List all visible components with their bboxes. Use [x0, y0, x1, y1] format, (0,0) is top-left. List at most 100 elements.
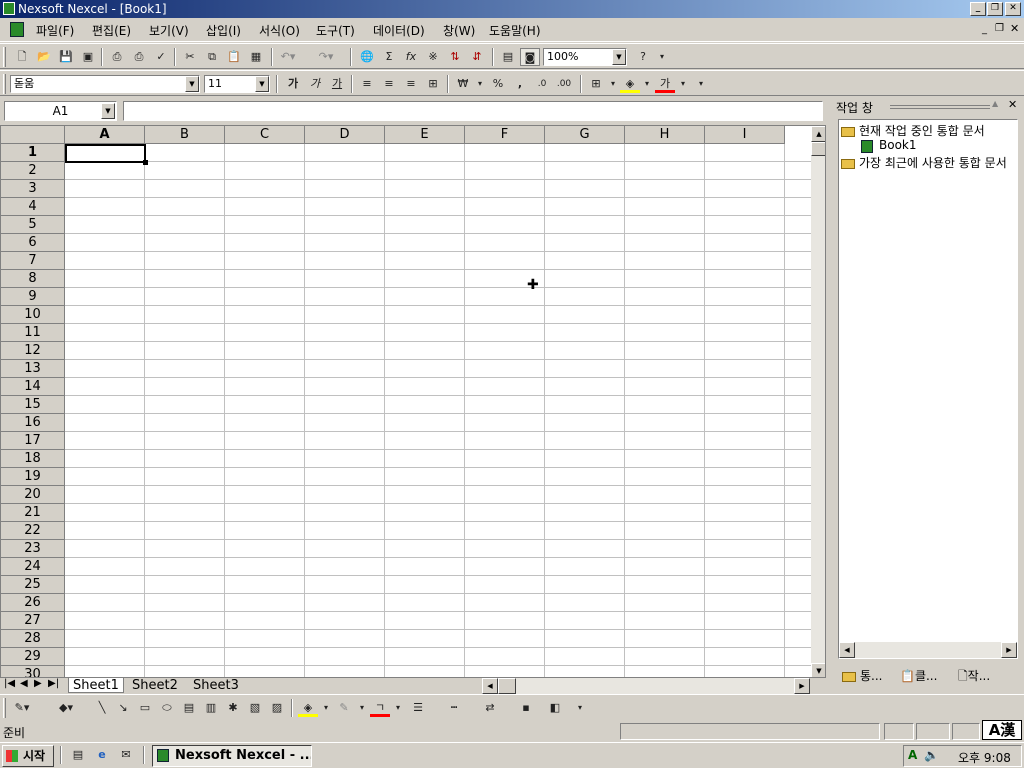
row-header[interactable]: 6	[1, 234, 65, 252]
row-header[interactable]: 30	[1, 666, 65, 677]
chevron-down-icon[interactable]: ▼	[185, 76, 199, 92]
outlook-icon[interactable]: ✉	[116, 746, 136, 764]
sheet-tab-3[interactable]: Sheet3	[189, 678, 243, 693]
clipart-icon[interactable]: ▧	[245, 699, 265, 717]
drawing-toggle-icon[interactable]: ◙	[520, 48, 540, 66]
row-header[interactable]: 25	[1, 576, 65, 594]
last-sheet-button[interactable]: ▶|	[48, 678, 59, 689]
tab-workbooks[interactable]: 통...	[842, 667, 882, 684]
task-pane-hscrollbar[interactable]: ◀ ▶	[839, 642, 1017, 658]
currency-dropdown-icon[interactable]: ▾	[470, 75, 490, 93]
column-header[interactable]: B	[145, 126, 225, 144]
shadow-icon[interactable]: ▪	[516, 699, 536, 717]
doc-close-button[interactable]: ✕	[1010, 22, 1019, 35]
italic-button[interactable]: 가	[305, 75, 325, 93]
menu-edit[interactable]: 편집(E)	[92, 22, 131, 39]
print-preview-icon[interactable]: ⎙	[129, 48, 149, 66]
cut-icon[interactable]: ✂	[180, 48, 200, 66]
recent-workbooks-header[interactable]: 가장 최근에 사용한 통합 문서	[841, 154, 1007, 171]
row-header[interactable]: 26	[1, 594, 65, 612]
fill-dropdown-icon[interactable]: ▾	[316, 699, 336, 717]
fill-color-icon[interactable]: ◈	[298, 699, 318, 717]
row-header[interactable]: 21	[1, 504, 65, 522]
tab-clipboard[interactable]: 📋클...	[900, 667, 937, 684]
new-icon[interactable]: 🗋	[12, 48, 32, 66]
task-pane-close-button[interactable]: ✕	[1008, 98, 1017, 111]
fill-color-dropdown-icon[interactable]: ▾	[637, 75, 657, 93]
diagram-icon[interactable]: ✱	[223, 699, 243, 717]
scroll-left-button[interactable]: ◀	[839, 642, 855, 658]
volume-icon[interactable]: 🔈	[924, 748, 939, 762]
column-header[interactable]: G	[545, 126, 625, 144]
menu-data[interactable]: 데이터(D)	[373, 22, 425, 39]
row-header[interactable]: 11	[1, 324, 65, 342]
current-workbooks-header[interactable]: 현재 작업 중인 통합 문서	[841, 122, 985, 139]
zoom-select[interactable]: 100% ▼	[543, 48, 627, 66]
prev-sheet-button[interactable]: ◀	[20, 678, 28, 689]
sheet-tab-2[interactable]: Sheet2	[128, 678, 182, 693]
decrease-decimal-icon[interactable]: .00	[554, 75, 574, 93]
font-size-select[interactable]: 11 ▼	[204, 75, 270, 93]
active-cell[interactable]	[65, 144, 146, 163]
hyperlink-icon[interactable]: 🌐	[357, 48, 377, 66]
taskbar-app-button[interactable]: Nexsoft Nexcel - ...	[152, 745, 312, 767]
row-header[interactable]: 2	[1, 162, 65, 180]
column-header[interactable]: C	[225, 126, 305, 144]
open-icon[interactable]: 📂	[34, 48, 54, 66]
row-header[interactable]: 10	[1, 306, 65, 324]
menu-view[interactable]: 보기(V)	[149, 22, 189, 39]
sheet-tab-1[interactable]: Sheet1	[68, 678, 124, 693]
toolbar-grip[interactable]	[3, 74, 6, 94]
clock[interactable]: 오후 9:08	[958, 749, 1011, 766]
menu-insert[interactable]: 삽입(I)	[206, 22, 241, 39]
font-color-dropdown-icon[interactable]: ▾	[673, 75, 693, 93]
line-color-dropdown-icon[interactable]: ▾	[352, 699, 372, 717]
font-color-icon[interactable]: ㄱ	[370, 699, 390, 717]
first-sheet-button[interactable]: |◀	[4, 678, 15, 689]
special-icon[interactable]: ※	[423, 48, 443, 66]
row-header[interactable]: 12	[1, 342, 65, 360]
bold-button[interactable]: 가	[283, 75, 303, 93]
hscroll-thumb[interactable]	[498, 678, 516, 694]
textbox-icon[interactable]: ▤	[179, 699, 199, 717]
row-header[interactable]: 20	[1, 486, 65, 504]
line-icon[interactable]: ╲	[92, 699, 112, 717]
menu-file[interactable]: 파일(F)	[36, 22, 74, 39]
menu-window[interactable]: 창(W)	[443, 22, 475, 39]
chevron-down-icon[interactable]: ▼	[255, 76, 269, 92]
column-header[interactable]: E	[385, 126, 465, 144]
collapse-icon[interactable]: ▲	[992, 99, 998, 108]
row-header[interactable]: 16	[1, 414, 65, 432]
row-header[interactable]: 3	[1, 180, 65, 198]
ime-indicator[interactable]: A漢	[982, 720, 1022, 740]
row-header[interactable]: 4	[1, 198, 65, 216]
picture-icon[interactable]: ▨	[267, 699, 287, 717]
toolbar-options-icon[interactable]: ▾	[570, 699, 590, 717]
chart-wizard-icon[interactable]: ▤	[498, 48, 518, 66]
toolbar-options-icon[interactable]: ▾	[691, 75, 711, 93]
format-painter-icon[interactable]: ▦	[246, 48, 266, 66]
row-header[interactable]: 24	[1, 558, 65, 576]
row-header[interactable]: 14	[1, 378, 65, 396]
ie-icon[interactable]: e	[92, 746, 112, 764]
row-header[interactable]: 29	[1, 648, 65, 666]
column-header[interactable]: I	[705, 126, 785, 144]
next-sheet-button[interactable]: ▶	[34, 678, 42, 689]
tab-tasks[interactable]: 🗋작...	[958, 667, 990, 688]
autosum-icon[interactable]: Σ	[379, 48, 399, 66]
menu-tools[interactable]: 도구(T)	[316, 22, 355, 39]
cells-area[interactable]	[65, 144, 811, 677]
row-header[interactable]: 15	[1, 396, 65, 414]
chevron-down-icon[interactable]: ▼	[612, 49, 626, 65]
toolbar-grip[interactable]	[3, 47, 6, 67]
function-icon[interactable]: fx	[401, 48, 421, 66]
chevron-down-icon[interactable]: ▼	[101, 103, 115, 119]
save-all-icon[interactable]: ▣	[78, 48, 98, 66]
comma-button[interactable]: ,	[510, 75, 530, 93]
row-header[interactable]: 8	[1, 270, 65, 288]
restore-button[interactable]: ❐	[987, 2, 1003, 16]
horizontal-scrollbar[interactable]: ◀ ▶	[482, 678, 810, 694]
column-header[interactable]: H	[625, 126, 705, 144]
spellcheck-icon[interactable]: ✓	[151, 48, 171, 66]
redo-icon[interactable]: ↷▾	[316, 48, 336, 66]
